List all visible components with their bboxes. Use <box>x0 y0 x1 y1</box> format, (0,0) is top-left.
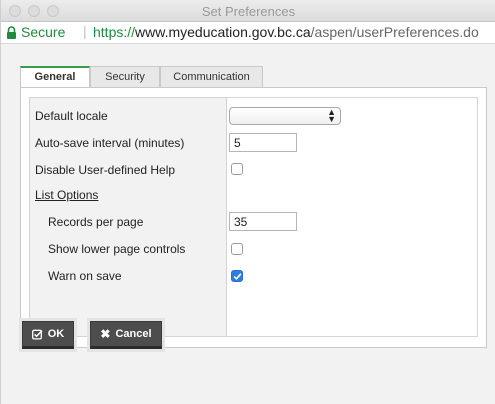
x-icon: ✖ <box>100 327 111 341</box>
cancel-button[interactable]: ✖ Cancel <box>90 321 162 349</box>
cancel-button-label: Cancel <box>115 328 152 340</box>
warn-on-save-checkbox[interactable] <box>231 270 243 282</box>
tab-general[interactable]: General <box>20 66 90 87</box>
lock-icon <box>7 26 16 39</box>
list-options-heading[interactable]: List Options <box>35 188 98 202</box>
disable-help-label: Disable User-defined Help <box>35 163 176 177</box>
url-path: /aspen/userPreferences.do <box>310 24 479 40</box>
preferences-grid: Default locale Auto-save interval (minut… <box>29 97 478 337</box>
address-separator: | <box>83 23 87 39</box>
tab-communication[interactable]: Communication <box>160 66 263 87</box>
address-bar[interactable]: Secure | https://www.myeducation.gov.bc.… <box>1 22 495 44</box>
browser-window: Set Preferences Secure | https://www.mye… <box>0 0 495 404</box>
show-lower-controls-label: Show lower page controls <box>48 242 186 256</box>
url-text[interactable]: https://www.myeducation.gov.bc.ca/aspen/… <box>93 24 479 40</box>
ok-button[interactable]: OK <box>22 321 74 349</box>
url-scheme: https:// <box>93 24 136 40</box>
warn-on-save-label: Warn on save <box>48 269 122 283</box>
autosave-label: Auto-save interval (minutes) <box>35 136 185 150</box>
autosave-input[interactable]: 5 <box>229 133 297 152</box>
default-locale-select[interactable]: ▲ ▼ <box>229 107 341 125</box>
default-locale-label: Default locale <box>35 109 108 123</box>
records-per-page-input[interactable]: 35 <box>229 212 297 231</box>
ok-button-label: OK <box>47 328 65 340</box>
dialog-content: General Security Communication Default l… <box>1 44 495 404</box>
tab-security[interactable]: Security <box>90 66 160 87</box>
url-host: www.myeducation.gov.bc.ca <box>135 24 311 40</box>
checkmark-icon <box>233 273 242 280</box>
general-panel: Default locale Auto-save interval (minut… <box>20 87 487 348</box>
show-lower-controls-checkbox[interactable] <box>231 243 243 255</box>
title-bar: Set Preferences <box>1 0 495 22</box>
window-title: Set Preferences <box>201 4 296 19</box>
select-arrows-icon: ▲ ▼ <box>327 107 336 124</box>
records-per-page-label: Records per page <box>48 215 144 229</box>
labels-column: Default locale Auto-save interval (minut… <box>30 98 227 336</box>
secure-label: Secure <box>21 24 66 40</box>
check-square-icon <box>31 329 43 340</box>
disable-help-checkbox[interactable] <box>231 163 243 175</box>
controls-column: ▲ ▼ 5 35 <box>227 98 477 336</box>
